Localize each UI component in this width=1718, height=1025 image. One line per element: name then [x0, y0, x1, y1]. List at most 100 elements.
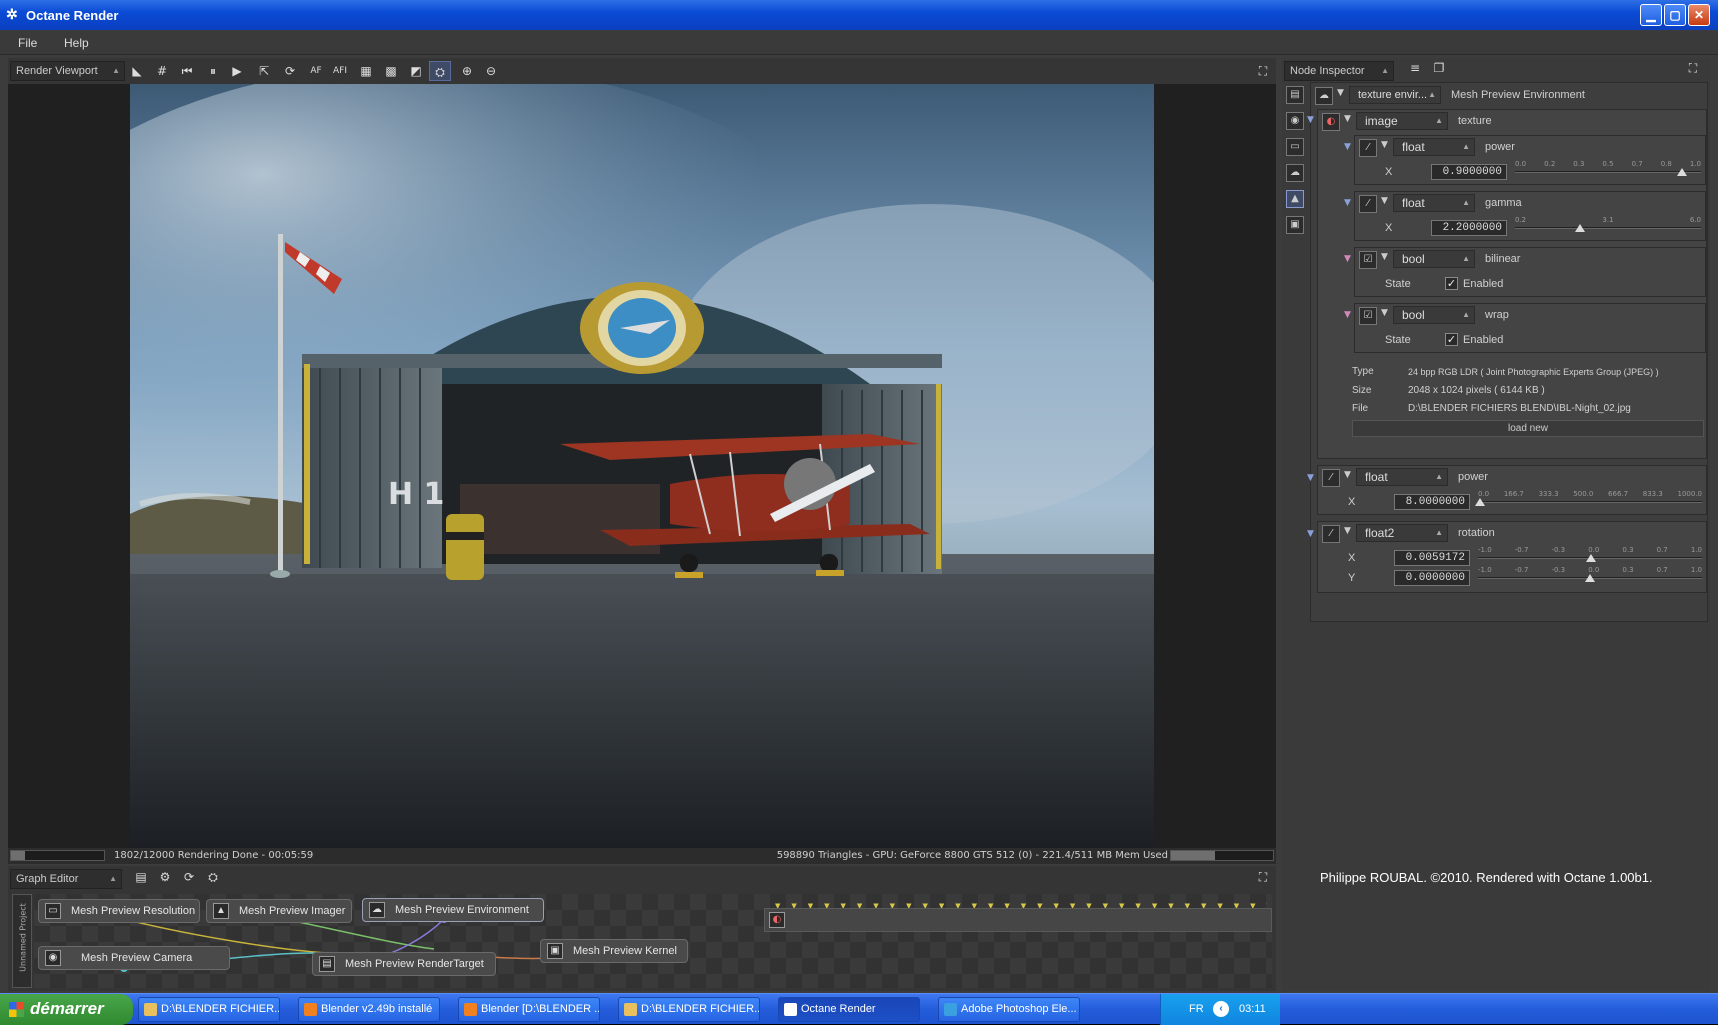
- node-inspector-dropdown[interactable]: Node Inspector ▲: [1284, 61, 1394, 81]
- slider-thumb[interactable]: [1585, 554, 1596, 562]
- bool-node-icon: ☑: [1359, 251, 1377, 269]
- reset-camera-icon[interactable]: ⟳: [279, 61, 301, 81]
- restart-icon[interactable]: ⏮: [176, 61, 198, 81]
- taskbar-item[interactable]: D:\BLENDER FICHIER...: [138, 997, 280, 1022]
- resolution-icon[interactable]: ▭: [1286, 138, 1304, 156]
- menu-file[interactable]: File: [18, 36, 37, 50]
- environment-icon[interactable]: ☁: [1286, 164, 1304, 182]
- pick-focus-icon[interactable]: ◣: [126, 61, 148, 81]
- alpha-icon[interactable]: ◩: [405, 61, 427, 81]
- collapse-all-icon[interactable]: ≡: [1404, 58, 1426, 78]
- input-pins[interactable]: ▼▼▼▼▼▼▼▼▼▼▼▼▼▼▼▼▼▼▼▼▼▼▼▼▼▼▼▼▼▼▼▼▼▼: [775, 902, 1267, 908]
- image-type-select[interactable]: image ▲: [1356, 112, 1448, 130]
- layout-graph-icon[interactable]: ⛭: [202, 867, 224, 887]
- collapse-triangle-icon[interactable]: ▼: [1381, 252, 1388, 262]
- power-inner-type-select[interactable]: float ▲: [1393, 138, 1475, 156]
- render-target-icon[interactable]: ▤: [1286, 86, 1304, 104]
- autofocus-icon[interactable]: AF: [305, 61, 327, 81]
- bilinear-checkbox[interactable]: ✓: [1445, 277, 1458, 290]
- rotation-y-field[interactable]: 0.0000000: [1394, 570, 1470, 586]
- rotation-type-select[interactable]: float2 ▲: [1356, 524, 1448, 542]
- refresh-graph-icon[interactable]: ⟳: [178, 867, 200, 887]
- graph-node-mesh-preview-kernel[interactable]: ▣ Mesh Preview Kernel: [540, 939, 688, 963]
- graph-tool-icon[interactable]: ⚙: [154, 867, 176, 887]
- taskbar-item[interactable]: Octane Render: [778, 997, 920, 1022]
- graph-node-mesh-preview-camera[interactable]: ◉ Mesh Preview Camera: [38, 946, 230, 970]
- graph-editor-dropdown[interactable]: Graph Editor ▲: [10, 869, 122, 889]
- gamma-value-field[interactable]: 2.2000000: [1431, 220, 1507, 236]
- taskbar-item[interactable]: Adobe Photoshop Ele...: [938, 997, 1080, 1022]
- autofocus-image-icon[interactable]: AFI: [329, 61, 351, 81]
- slider-ticks: -1.0 -0.7 -0.3 0.0 0.3 0.7 1.0: [1478, 546, 1702, 554]
- minimize-button[interactable]: ▁: [1640, 4, 1662, 26]
- imager-icon[interactable]: ▲: [1286, 190, 1304, 208]
- start-button[interactable]: démarrer: [0, 994, 133, 1025]
- system-tray: FR ‹ 03:11: [1160, 994, 1280, 1025]
- gamma-slider[interactable]: 0.2 3.1 6.0: [1515, 216, 1701, 232]
- maximize-viewport-icon[interactable]: ⛶: [1252, 61, 1274, 81]
- rotation-x-slider[interactable]: -1.0 -0.7 -0.3 0.0 0.3 0.7 1.0: [1478, 546, 1702, 562]
- bilinear-type-select[interactable]: bool ▲: [1393, 250, 1475, 268]
- power-inner-slider[interactable]: 0.0 0.2 0.3 0.5 0.7 0.8 1.0: [1515, 160, 1701, 176]
- collapse-triangle-icon[interactable]: ▼: [1381, 140, 1388, 150]
- taskbar-item[interactable]: D:\BLENDER FICHIER...: [618, 997, 760, 1022]
- rotation-y-slider[interactable]: -1.0 -0.7 -0.3 0.0 0.3 0.7 1.0: [1478, 566, 1702, 582]
- wrap-type-select[interactable]: bool ▲: [1393, 306, 1475, 324]
- power-outer-type-select[interactable]: float ▲: [1356, 468, 1448, 486]
- graph-node-mesh-preview-environment[interactable]: ☁ Mesh Preview Environment: [362, 898, 544, 922]
- collapse-triangle-icon[interactable]: ▼: [1344, 470, 1351, 480]
- taskbar-item-label: Blender v2.49b installé: [321, 1003, 433, 1015]
- graph-node-mesh-preview-resolution[interactable]: ▭ Mesh Preview Resolution: [38, 899, 200, 923]
- project-tab[interactable]: Unnamed Project: [12, 894, 32, 988]
- power-inner-value-field[interactable]: 0.9000000: [1431, 164, 1507, 180]
- add-node-icon[interactable]: ▤: [130, 867, 152, 887]
- menu-help[interactable]: Help: [64, 36, 89, 50]
- slider-thumb[interactable]: [1585, 574, 1595, 582]
- zoom-out-icon[interactable]: ⊖: [480, 61, 502, 81]
- collapse-triangle-icon[interactable]: ▼: [1344, 114, 1351, 124]
- slider-thumb[interactable]: [1575, 224, 1586, 232]
- render-image[interactable]: H 1: [130, 84, 1154, 848]
- language-indicator[interactable]: FR: [1189, 1003, 1204, 1015]
- collapse-triangle-icon[interactable]: ▼: [1337, 88, 1344, 98]
- recenter-icon[interactable]: ⇱: [253, 61, 275, 81]
- graph-editor[interactable]: Graph Editor ▲ ▤ ⚙ ⟳ ⛭ ⛶ Unnamed Project: [8, 866, 1276, 991]
- power-outer-slider[interactable]: 0.0 166.7 333.3 500.0 666.7 833.3 1000.0: [1474, 490, 1702, 506]
- maximize-button[interactable]: ▢: [1664, 4, 1686, 26]
- collapse-triangle-icon[interactable]: ▼: [1381, 308, 1388, 318]
- play-icon[interactable]: ▶: [226, 61, 248, 81]
- collapse-triangle-icon[interactable]: ▼: [1381, 196, 1388, 206]
- copy-node-icon[interactable]: ❐: [1428, 58, 1450, 78]
- maximize-graph-icon[interactable]: ⛶: [1252, 867, 1274, 887]
- texture-input-strip[interactable]: ◐ ▼▼▼▼▼▼▼▼▼▼▼▼▼▼▼▼▼▼▼▼▼▼▼▼▼▼▼▼▼▼▼▼▼▼: [764, 902, 1272, 932]
- close-button[interactable]: ✕: [1688, 4, 1710, 26]
- gamma-pin-icon: ▼: [1344, 198, 1351, 208]
- image-texture-panel: ◐ ▼ image ▲ texture ▼ ⁄ ▼ float ▲ power X …: [1317, 109, 1707, 459]
- collapse-triangle-icon[interactable]: ▼: [1344, 526, 1351, 536]
- wrap-checkbox[interactable]: ✓: [1445, 333, 1458, 346]
- tray-arrow-icon[interactable]: ‹: [1213, 1001, 1229, 1017]
- zoom-in-icon[interactable]: ⊕: [456, 61, 478, 81]
- pause-icon[interactable]: ⏸: [202, 61, 224, 81]
- grid-icon[interactable]: #: [151, 61, 173, 81]
- camera-icon[interactable]: ◉: [1286, 112, 1304, 130]
- gamma-type-select[interactable]: float ▲: [1393, 194, 1475, 212]
- load-new-button[interactable]: load new: [1352, 420, 1704, 437]
- kernel-icon[interactable]: ▣: [1286, 216, 1304, 234]
- taskbar-item[interactable]: Blender v2.49b installé: [298, 997, 440, 1022]
- checker-icon[interactable]: ▩: [380, 61, 402, 81]
- slider-thumb[interactable]: [1677, 168, 1688, 176]
- lock-view-icon[interactable]: ⛭: [429, 61, 451, 81]
- taskbar-item[interactable]: Blender [D:\BLENDER ...: [458, 997, 600, 1022]
- graph-node-mesh-preview-imager[interactable]: ▲ Mesh Preview Imager: [206, 899, 352, 923]
- power-outer-value-field[interactable]: 8.0000000: [1394, 494, 1470, 510]
- rotation-x-field[interactable]: 0.0059172: [1394, 550, 1470, 566]
- title-bar[interactable]: ✲ Octane Render ▁ ▢ ✕: [0, 0, 1718, 30]
- graph-canvas[interactable]: ▭ Mesh Preview Resolution ▲ Mesh Preview…: [34, 894, 1272, 988]
- render-viewport-dropdown[interactable]: Render Viewport ▲: [10, 61, 125, 81]
- graph-node-mesh-preview-rendertarget[interactable]: ▤ Mesh Preview RenderTarget: [312, 952, 496, 976]
- slider-thumb[interactable]: [1474, 498, 1485, 506]
- root-type-select[interactable]: texture envir... ▲: [1349, 86, 1441, 104]
- maximize-inspector-icon[interactable]: ⛶: [1682, 58, 1704, 78]
- region-icon[interactable]: ▦: [355, 61, 377, 81]
